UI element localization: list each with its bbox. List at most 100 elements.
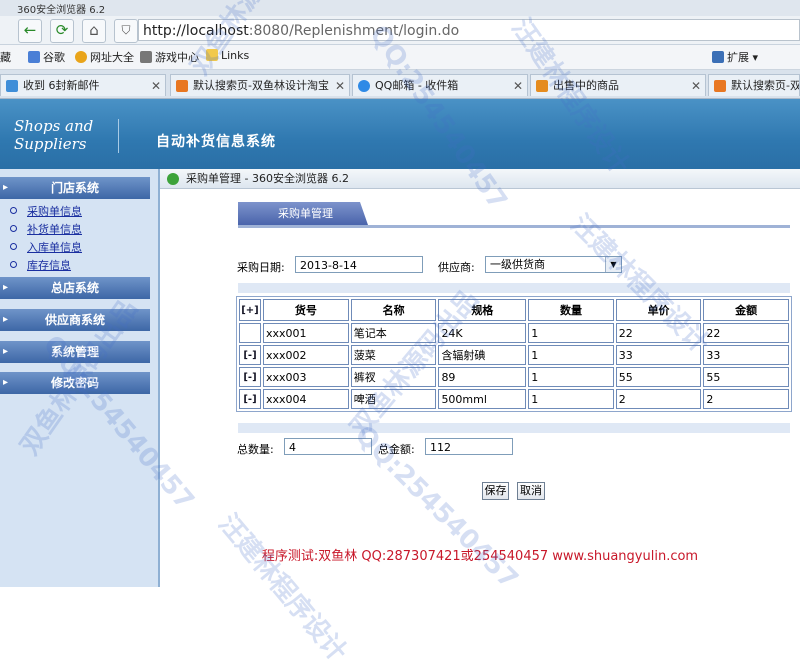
close-icon[interactable]: ✕: [691, 75, 701, 96]
item-amount-cell[interactable]: 33: [703, 345, 789, 365]
close-icon[interactable]: ✕: [335, 75, 345, 96]
item-name-cell[interactable]: 啤酒: [350, 389, 437, 409]
browser-tab[interactable]: 收到 6封新邮件 ✕: [0, 74, 166, 96]
app-logo: Shops and Suppliers: [14, 117, 93, 153]
total-qty-input[interactable]: 4: [284, 438, 372, 455]
sidebar-item-inventory[interactable]: 库存信息: [10, 257, 71, 273]
logo-line-1: Shops and: [14, 117, 94, 135]
item-name-cell[interactable]: 笔记本: [350, 323, 437, 343]
table-row: [-] xxx002 菠菜 含辐射碘 1 33 33: [239, 345, 789, 365]
url-path: :8080/Replenishment/login.do: [248, 23, 460, 39]
menu-head-office[interactable]: 总店系统: [0, 277, 150, 299]
panel-tab-bar: 采购单管理: [238, 202, 790, 228]
cancel-button[interactable]: 取消: [517, 482, 545, 500]
bookmark-hao[interactable]: 网址大全: [75, 49, 134, 65]
app-header: Shops and Suppliers 自动补货信息系统: [0, 99, 800, 169]
sidebar-item-inbound-orders[interactable]: 入库单信息: [10, 239, 82, 255]
star-icon: [75, 51, 87, 63]
column-header: 数量: [528, 299, 614, 321]
close-icon[interactable]: ✕: [151, 75, 161, 96]
back-arrow-icon[interactable]: ←: [18, 19, 42, 43]
refresh-icon[interactable]: ⟳: [50, 19, 74, 43]
grid-icon: [712, 51, 724, 63]
browser-logo-icon: [167, 173, 179, 185]
bookmark-links[interactable]: Links: [206, 49, 249, 62]
item-code-cell[interactable]: xxx002: [262, 345, 349, 365]
qq-icon: [358, 80, 370, 92]
supplier-label: 供应商:: [438, 261, 475, 274]
window-title-bar: 采购单管理 - 360安全浏览器 6.2: [160, 169, 800, 189]
item-amount-cell[interactable]: 22: [703, 323, 789, 343]
item-qty-cell[interactable]: 1: [528, 323, 614, 343]
menu-system-admin[interactable]: 系统管理: [0, 341, 150, 363]
column-header: 货号: [262, 299, 349, 321]
browser-tab[interactable]: 出售中的商品 ✕: [530, 74, 706, 96]
tab-purchase-order-management[interactable]: 采购单管理: [238, 202, 368, 225]
item-price-cell[interactable]: 55: [615, 367, 702, 387]
bookmarks-bar: 藏 谷歌 网址大全 游戏中心 Links 扩展 ▾: [0, 45, 800, 70]
item-spec-cell[interactable]: 500mml: [438, 389, 527, 409]
bookmark-label: Links: [221, 49, 250, 62]
item-qty-cell[interactable]: 1: [528, 389, 614, 409]
tab-label: 默认搜索页-双鱼林设计淘宝: [193, 79, 329, 92]
supplier-select[interactable]: 一级供货商 ▼: [485, 256, 622, 273]
browser-title: 360安全浏览器 6.2: [17, 5, 106, 16]
search-page-icon: [176, 80, 188, 92]
item-name-cell[interactable]: 裤衩: [350, 367, 437, 387]
item-price-cell[interactable]: 2: [615, 389, 702, 409]
purchase-order-window: 采购单管理 - 360安全浏览器 6.2 采购单管理 采购日期: 2013-8-…: [160, 169, 800, 587]
sidebar-item-replenishment-orders[interactable]: 补货单信息: [10, 221, 82, 237]
close-icon[interactable]: ✕: [513, 75, 523, 96]
tab-label: 出售中的商品: [553, 79, 619, 92]
address-bar[interactable]: http://localhost:8080/Replenishment/logi…: [138, 19, 800, 41]
item-amount-cell[interactable]: 55: [703, 367, 789, 387]
item-amount-cell[interactable]: 2: [703, 389, 789, 409]
save-button[interactable]: 保存: [482, 482, 509, 500]
browser-tab[interactable]: QQ邮箱 - 收件箱 ✕: [352, 74, 528, 96]
menu-store-system[interactable]: 门店系统: [0, 177, 150, 199]
item-qty-cell[interactable]: 1: [528, 367, 614, 387]
gamepad-icon: [140, 51, 152, 63]
url-host: http://localhost: [143, 23, 249, 39]
remove-row-button[interactable]: [-]: [239, 345, 261, 365]
item-spec-cell[interactable]: 89: [438, 367, 527, 387]
total-qty-label: 总数量:: [237, 443, 274, 456]
browser-nav-bar: ← ⟳ ⌂ ⛉ http://localhost:8080/Replenishm…: [0, 16, 800, 45]
extensions-label: 扩展: [727, 51, 749, 64]
home-icon[interactable]: ⌂: [82, 19, 106, 43]
column-header: 单价: [615, 299, 702, 321]
bookmark-google[interactable]: 谷歌: [28, 49, 65, 65]
item-qty-cell[interactable]: 1: [528, 345, 614, 365]
shield-icon[interactable]: ⛉: [114, 19, 138, 43]
remove-row-button[interactable]: [-]: [239, 389, 261, 409]
extensions-button[interactable]: 扩展 ▾: [712, 49, 758, 65]
purchase-order-table: [+] 货号 名称 规格 数量 单价 金额 xxx001 笔记本 24K 1 2…: [236, 296, 792, 412]
sidebar-item-purchase-orders[interactable]: 采购单信息: [10, 203, 82, 219]
chevron-down-icon[interactable]: ▼: [605, 257, 621, 272]
item-code-cell[interactable]: xxx001: [262, 323, 349, 343]
total-amount-input[interactable]: 112: [425, 438, 513, 455]
bookmark-games[interactable]: 游戏中心: [140, 49, 199, 65]
purchase-date-label: 采购日期:: [237, 261, 285, 274]
menu-supplier-system[interactable]: 供应商系统: [0, 309, 150, 331]
item-spec-cell[interactable]: 含辐射碘: [438, 345, 527, 365]
sidebar: 门店系统 采购单信息 补货单信息 入库单信息 库存信息 总店系统 供应商系统 系…: [0, 169, 160, 587]
item-spec-cell[interactable]: 24K: [438, 323, 527, 343]
menu-change-password[interactable]: 修改密码: [0, 372, 150, 394]
remove-row-button[interactable]: [-]: [239, 367, 261, 387]
google-icon: [28, 51, 40, 63]
item-code-cell[interactable]: xxx003: [262, 367, 349, 387]
table-header-row: [+] 货号 名称 规格 数量 单价 金额: [239, 299, 789, 321]
item-price-cell[interactable]: 33: [615, 345, 702, 365]
bookmark-label: 谷歌: [43, 51, 65, 64]
item-code-cell[interactable]: xxx004: [262, 389, 349, 409]
item-price-cell[interactable]: 22: [615, 323, 702, 343]
purchase-date-input[interactable]: 2013-8-14: [295, 256, 423, 273]
tab-label: 默认搜索页-双鱼林设: [731, 79, 800, 92]
add-row-button[interactable]: [+]: [239, 299, 261, 321]
bookmarks-left-label[interactable]: 藏: [0, 49, 11, 65]
browser-tab[interactable]: 默认搜索页-双鱼林设: [708, 74, 800, 96]
browser-tab[interactable]: 默认搜索页-双鱼林设计淘宝 ✕: [170, 74, 350, 96]
bookmark-label: 网址大全: [90, 51, 134, 64]
item-name-cell[interactable]: 菠菜: [350, 345, 437, 365]
